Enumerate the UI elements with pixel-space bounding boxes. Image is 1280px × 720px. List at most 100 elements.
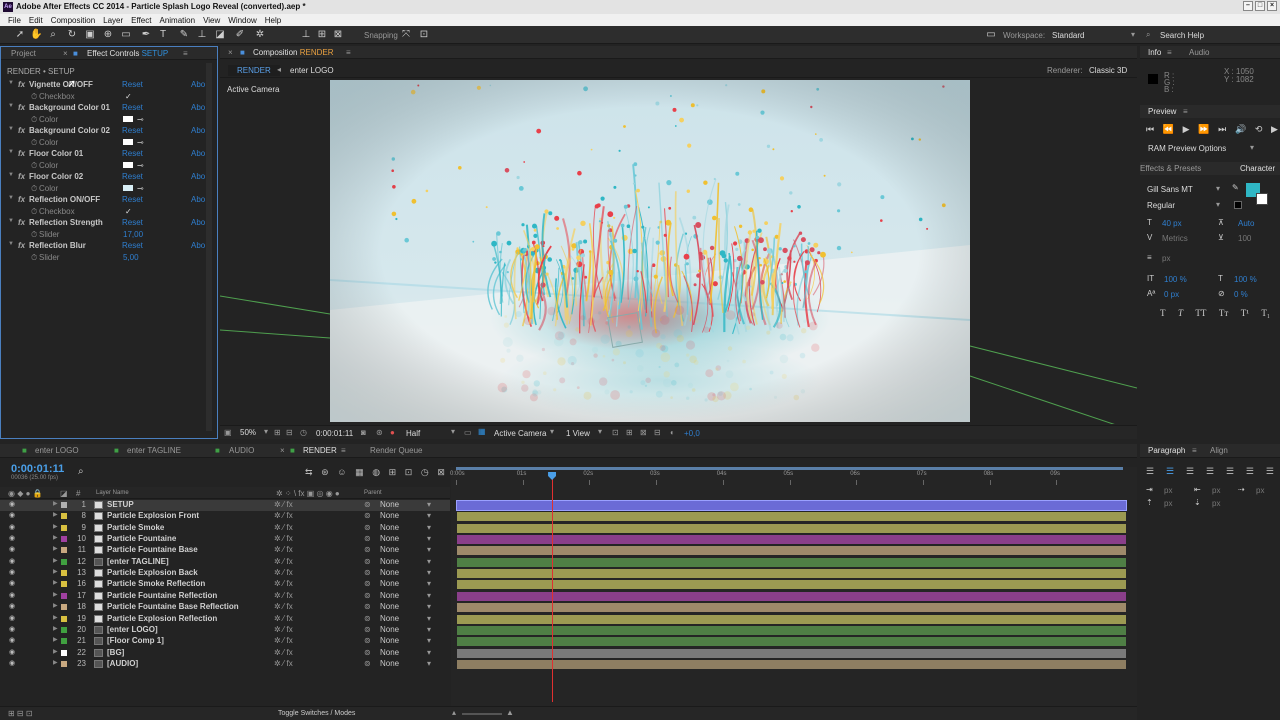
reset-link[interactable]: Reset — [122, 80, 143, 89]
switches-icon[interactable]: ✲ ⁄ fx — [274, 579, 293, 588]
property-value[interactable]: ⊸ — [123, 138, 144, 147]
chevron-down-icon[interactable]: ▾ — [427, 511, 431, 520]
zoom-slider[interactable] — [462, 713, 502, 715]
panel-menu-icon[interactable]: ≡ — [346, 48, 351, 57]
space-after-value[interactable]: px — [1212, 499, 1220, 508]
expand-triangle-icon[interactable]: ▶ — [53, 545, 58, 552]
switches-icon[interactable]: ✲ ⁄ fx — [274, 625, 293, 634]
reset-link[interactable]: Reset — [122, 195, 143, 204]
property-value[interactable]: ✓ — [125, 207, 132, 216]
parent-pickwhip-icon[interactable]: ⊚ — [364, 557, 371, 566]
chevron-down-icon[interactable]: ▾ — [427, 625, 431, 634]
layer-row[interactable]: ◉ ▶ 20 [enter LOGO] ✲ ⁄ fx ⊚ None ▾ — [0, 625, 450, 636]
layer-duration-bar[interactable] — [457, 546, 1126, 556]
exposure-value[interactable]: +0,0 — [684, 429, 700, 438]
last-frame-icon[interactable]: ⏭ — [1218, 124, 1226, 136]
expand-triangle-icon[interactable]: ▶ — [53, 648, 58, 655]
scrollbar[interactable] — [206, 63, 212, 431]
snapshot-icon[interactable]: ◙ — [361, 428, 366, 437]
disclosure-triangle-icon[interactable]: ▼ — [8, 172, 14, 178]
property-value[interactable]: 17,00 — [123, 230, 143, 239]
about-link[interactable]: Abo — [191, 241, 205, 250]
puppet-tool-icon[interactable]: ✲ — [254, 29, 266, 41]
layer-duration-bar[interactable] — [457, 523, 1126, 533]
visibility-eye-icon[interactable]: ◉ — [9, 511, 15, 519]
stroke-width-value[interactable]: px — [1162, 254, 1170, 263]
minimize-button[interactable]: – — [1243, 1, 1253, 11]
panel-menu-icon[interactable]: ≡ — [183, 49, 188, 58]
about-link[interactable]: Abo — [191, 149, 205, 158]
playhead[interactable] — [552, 472, 554, 702]
vertical-scale-value[interactable]: 100 % — [1164, 275, 1187, 284]
label-color-swatch[interactable] — [61, 547, 67, 554]
label-color-swatch[interactable] — [61, 513, 67, 520]
stopwatch-icon[interactable]: ⏱ — [31, 92, 37, 102]
chevron-down-icon[interactable]: ▾ — [451, 427, 455, 436]
layer-row[interactable]: ◉ ▶ 8 Particle Explosion Front ✲ ⁄ fx ⊚ None ▾ — [0, 511, 450, 522]
effect-row[interactable]: ▼ fx Reflection Blur Reset Abo — [1, 241, 206, 252]
parent-pickwhip-icon[interactable]: ⊚ — [364, 659, 371, 668]
faux-bold-icon[interactable]: T — [1160, 308, 1166, 318]
first-frame-icon[interactable]: ⏮ — [1146, 124, 1154, 136]
visibility-eye-icon[interactable]: ◉ — [9, 534, 15, 542]
chevron-down-icon[interactable]: ▾ — [427, 636, 431, 645]
ram-preview-options[interactable]: RAM Preview Options — [1148, 144, 1226, 153]
expand-triangle-icon[interactable]: ▶ — [53, 591, 58, 598]
tab-effect-controls[interactable]: Effect Controls SETUP — [87, 49, 168, 58]
align-center-icon[interactable]: ☰ — [1166, 466, 1174, 477]
parent-pickwhip-icon[interactable]: ⊚ — [364, 591, 371, 600]
color-swatch[interactable] — [123, 185, 133, 192]
switches-icon[interactable]: ✲ ⁄ fx — [274, 659, 293, 668]
visibility-eye-icon[interactable]: ◉ — [9, 648, 15, 656]
chevron-down-icon[interactable]: ▾ — [1216, 184, 1220, 193]
effect-property-row[interactable]: ⏱ Color ⊸ — [1, 184, 206, 195]
camera-tool-icon[interactable]: ▣ — [84, 29, 96, 41]
reset-link[interactable]: Reset — [122, 149, 143, 158]
axis-view-icon[interactable]: ⊠ — [332, 29, 344, 41]
tab-audio[interactable]: Audio — [1189, 48, 1209, 57]
justify-all-icon[interactable]: ☰ — [1266, 466, 1274, 477]
parent-header[interactable]: Parent — [364, 490, 382, 496]
chevron-down-icon[interactable]: ▾ — [427, 579, 431, 588]
switches-icon[interactable]: ✲ ⁄ fx — [274, 500, 293, 509]
parent-pickwhip-icon[interactable]: ⊚ — [364, 579, 371, 588]
disclosure-triangle-icon[interactable]: ▼ — [8, 195, 14, 201]
chevron-down-icon[interactable]: ▾ — [1131, 30, 1135, 39]
maximize-button[interactable]: □ — [1255, 1, 1265, 11]
selection-tool-icon[interactable]: ➚ — [14, 29, 26, 41]
roto-brush-tool-icon[interactable]: ✐ — [234, 29, 246, 41]
parent-select[interactable]: None — [380, 625, 399, 634]
parent-select[interactable]: None — [380, 545, 399, 554]
horizontal-scale-value[interactable]: 100 % — [1234, 275, 1257, 284]
justify-center-icon[interactable]: ☰ — [1226, 466, 1234, 477]
parent-select[interactable]: None — [380, 602, 399, 611]
switches-icon[interactable]: ✲ ⁄ fx — [274, 648, 293, 657]
parent-select[interactable]: None — [380, 591, 399, 600]
tab-audio[interactable]: AUDIO — [229, 446, 254, 455]
about-link[interactable]: Abo — [191, 80, 205, 89]
transparency-grid-icon[interactable]: ▦ — [478, 427, 486, 436]
chevron-down-icon[interactable]: ▾ — [264, 427, 268, 436]
resolution-select[interactable]: Half — [406, 429, 420, 438]
parent-select[interactable]: None — [380, 579, 399, 588]
expand-triangle-icon[interactable]: ▶ — [53, 568, 58, 575]
effect-property-row[interactable]: ⏱ Slider 5,00 — [1, 253, 206, 264]
graph-icon[interactable]: ⊠ — [437, 467, 445, 478]
effect-row[interactable]: ▼ fx Floor Color 02 Reset Abo — [1, 172, 206, 183]
stopwatch-icon[interactable]: ⏱ — [31, 207, 37, 217]
space-before-value[interactable]: px — [1164, 499, 1172, 508]
flowchart-icon[interactable]: ⊟ — [654, 428, 661, 437]
effect-row[interactable]: ▼ fx Background Color 02 Reset Abo — [1, 126, 206, 137]
switches-icon[interactable]: ✲ ⁄ fx — [274, 545, 293, 554]
expand-triangle-icon[interactable]: ▶ — [53, 636, 58, 643]
about-link[interactable]: Abo — [191, 172, 205, 181]
tab-effects-presets[interactable]: Effects & Presets — [1140, 164, 1201, 173]
align-right-icon[interactable]: ☰ — [1186, 466, 1194, 477]
switches-icon[interactable]: ✲ ⁄ fx — [274, 523, 293, 532]
tab-info[interactable]: Info — [1148, 48, 1161, 57]
toggle-switches-modes[interactable]: Toggle Switches / Modes — [278, 710, 355, 717]
pen-tool-icon[interactable]: ✒ — [140, 29, 152, 41]
eyedropper-icon[interactable]: ⊸ — [137, 161, 144, 170]
work-area-bar[interactable] — [456, 467, 1123, 470]
fast-previews-icon[interactable]: ⊞ — [626, 428, 633, 437]
